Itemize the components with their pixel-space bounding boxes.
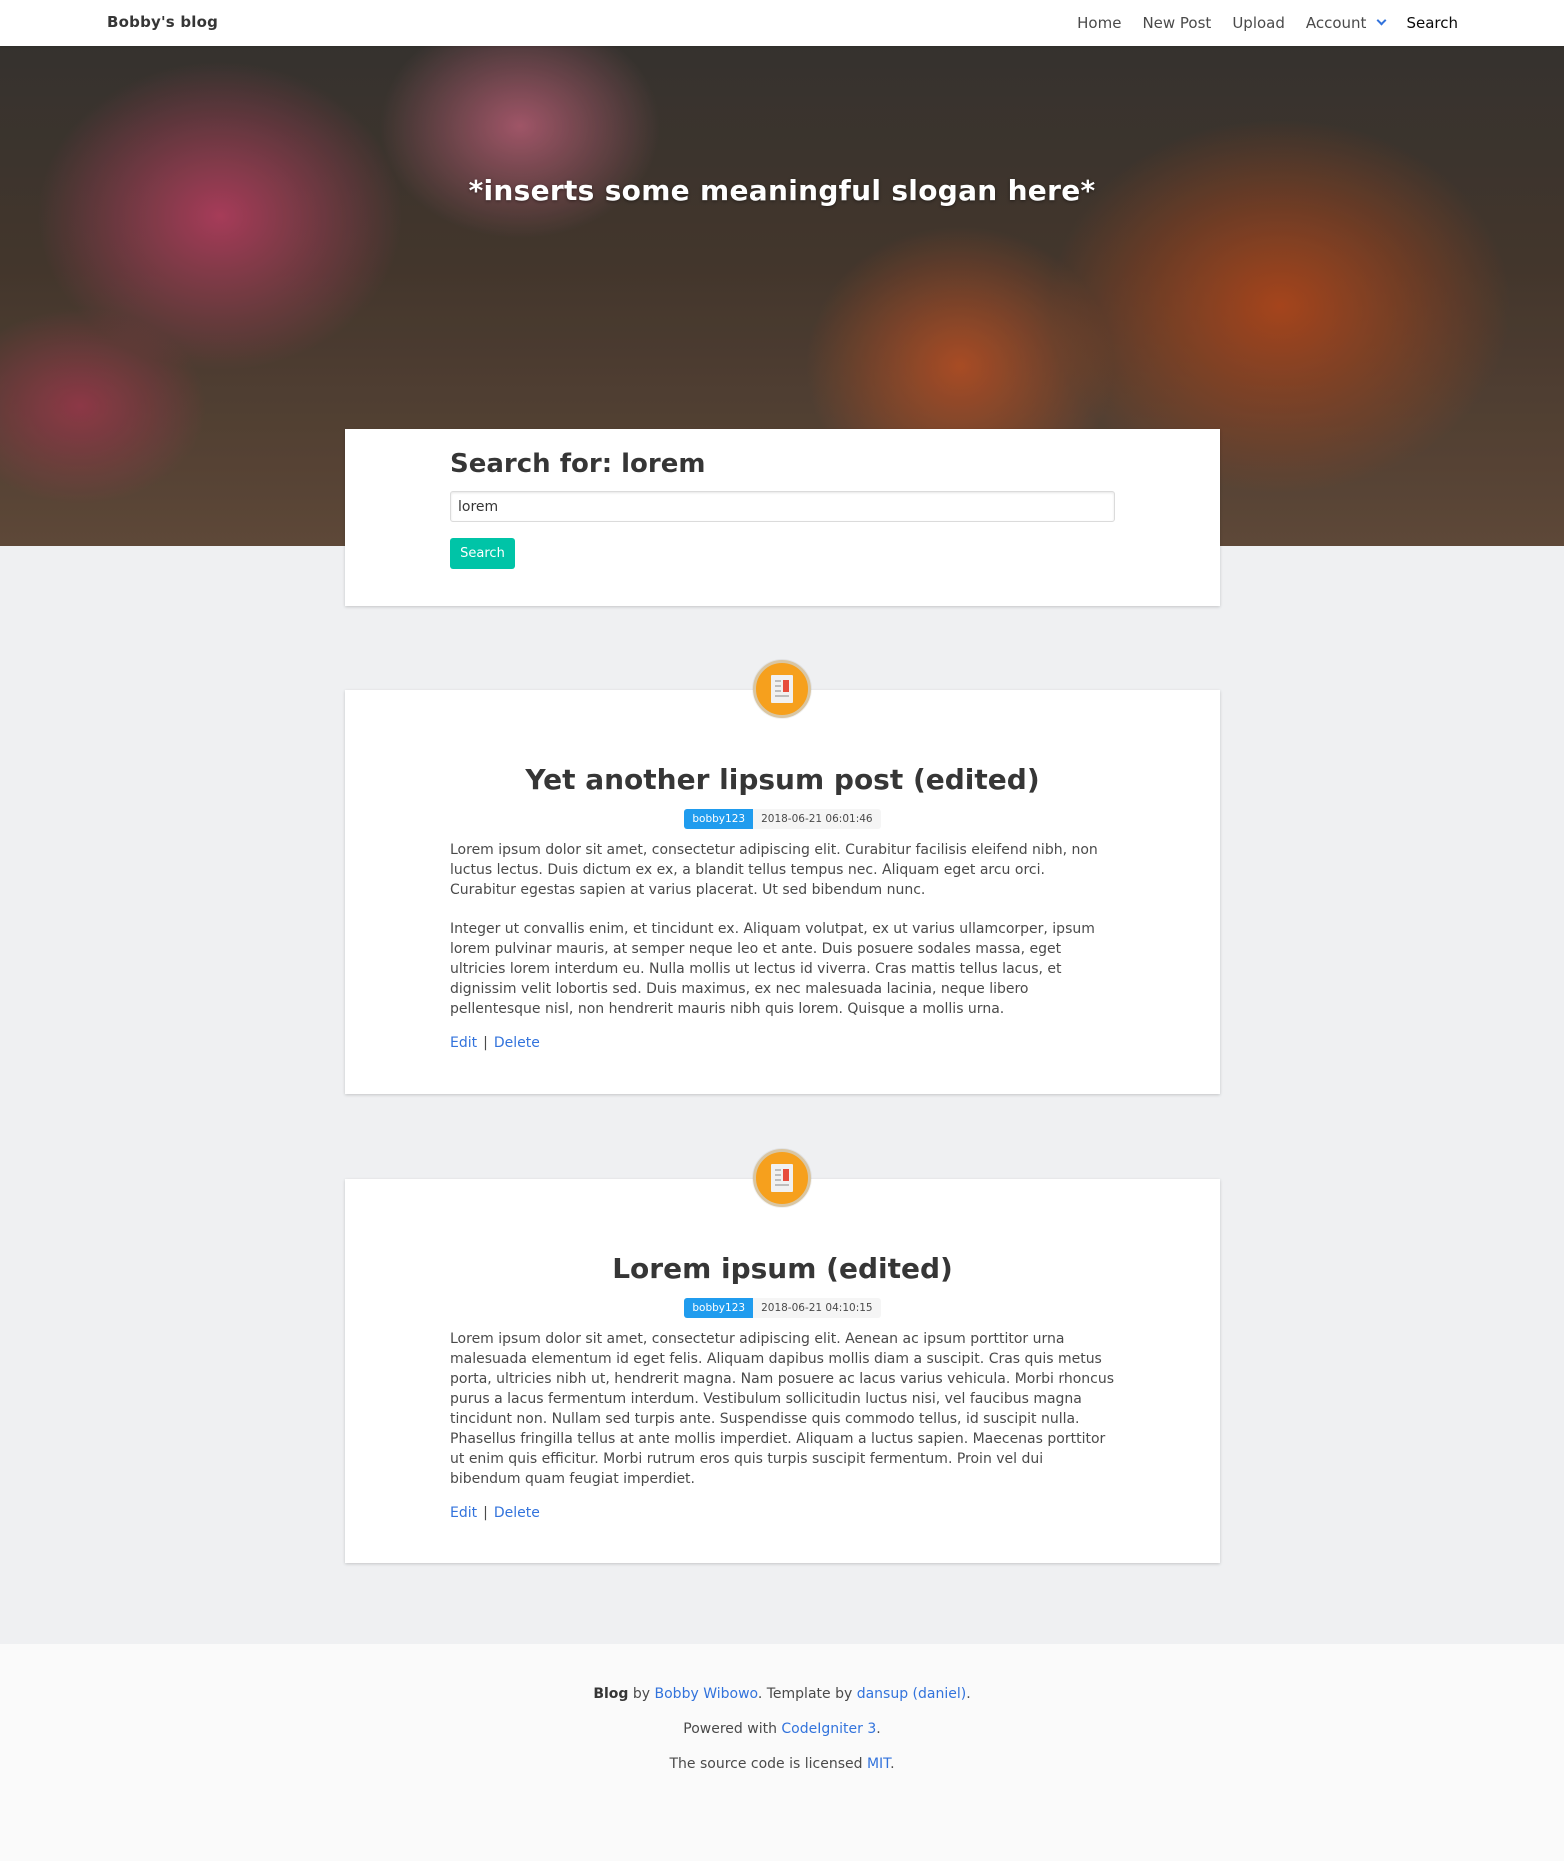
date-tag: 2018-06-21 06:01:46 — [753, 809, 881, 829]
chevron-down-icon — [1377, 15, 1387, 26]
nav-menu: Home New Post Upload Account Search — [1056, 0, 1458, 46]
post-paragraph: Lorem ipsum dolor sit amet, consectetur … — [450, 842, 1098, 898]
nav-item-home[interactable]: Home — [1077, 14, 1121, 32]
search-title: Search for: lorem — [450, 449, 706, 479]
delete-link[interactable]: Delete — [494, 1505, 540, 1521]
post-title[interactable]: Yet another lipsum post (edited) — [345, 763, 1220, 796]
footer-credits: Blog by Bobby Wibowo. Template by dansup… — [0, 1686, 1564, 1702]
footer-by-text: by — [628, 1686, 655, 1702]
footer-powered-text: Powered with — [683, 1721, 782, 1737]
author-tag: bobby123 — [684, 1298, 754, 1318]
post-card: Yet another lipsum post (edited) bobby12… — [345, 690, 1220, 1094]
hero-slogan: *inserts some meaningful slogan here* — [468, 174, 1096, 207]
post-document-icon — [753, 660, 811, 718]
edit-link[interactable]: Edit — [450, 1035, 477, 1051]
footer-period: . — [966, 1686, 971, 1702]
nav-item-account-label: Account — [1305, 14, 1367, 32]
footer-template-author-link[interactable]: dansup (daniel) — [857, 1686, 967, 1702]
post-actions: Edit | Delete — [450, 1035, 540, 1051]
footer: Blog by Bobby Wibowo. Template by dansup… — [0, 1644, 1564, 1861]
date-tag: 2018-06-21 04:10:15 — [753, 1298, 881, 1318]
post-document-icon — [753, 1149, 811, 1207]
footer-author-link[interactable]: Bobby Wibowo — [655, 1686, 758, 1702]
document-icon — [771, 675, 793, 703]
edit-link[interactable]: Edit — [450, 1505, 477, 1521]
action-separator: | — [483, 1505, 488, 1521]
post-tags: bobby123 2018-06-21 04:10:15 — [345, 1298, 1220, 1318]
brand-link[interactable]: Bobby's blog — [107, 13, 218, 31]
post-tags: bobby123 2018-06-21 06:01:46 — [345, 809, 1220, 829]
footer-license-link[interactable]: MIT — [867, 1756, 890, 1772]
document-icon — [771, 1164, 793, 1192]
search-input[interactable] — [450, 491, 1115, 522]
footer-template-text: . Template by — [757, 1686, 857, 1702]
post-body: Lorem ipsum dolor sit amet, consectetur … — [450, 1329, 1115, 1508]
post-card: Lorem ipsum (edited) bobby123 2018-06-21… — [345, 1179, 1220, 1563]
search-button[interactable]: Search — [450, 538, 515, 569]
author-tag: bobby123 — [684, 809, 754, 829]
footer-period: . — [890, 1756, 895, 1772]
footer-license: The source code is licensed MIT. — [0, 1756, 1564, 1772]
post-paragraph: Lorem ipsum dolor sit amet, consectetur … — [450, 1331, 1115, 1487]
navbar: Bobby's blog Home New Post Upload Accoun… — [0, 0, 1564, 46]
nav-item-upload[interactable]: Upload — [1232, 14, 1285, 32]
post-actions: Edit | Delete — [450, 1505, 540, 1521]
post-body: Lorem ipsum dolor sit amet, consectetur … — [450, 840, 1115, 1038]
post-paragraph: Integer ut convallis enim, et tincidunt … — [450, 921, 1095, 1017]
footer-license-text: The source code is licensed — [669, 1756, 867, 1772]
footer-powered-by: Powered with CodeIgniter 3. — [0, 1721, 1564, 1737]
nav-item-new-post[interactable]: New Post — [1142, 14, 1211, 32]
post-title[interactable]: Lorem ipsum (edited) — [345, 1252, 1220, 1285]
nav-item-account[interactable]: Account — [1305, 14, 1387, 32]
footer-framework-link[interactable]: CodeIgniter 3 — [781, 1721, 876, 1737]
nav-item-search[interactable]: Search — [1406, 14, 1458, 32]
delete-link[interactable]: Delete — [494, 1035, 540, 1051]
footer-blog-label: Blog — [593, 1686, 629, 1702]
search-card: Search for: lorem Search — [345, 429, 1220, 606]
footer-period: . — [876, 1721, 881, 1737]
action-separator: | — [483, 1035, 488, 1051]
